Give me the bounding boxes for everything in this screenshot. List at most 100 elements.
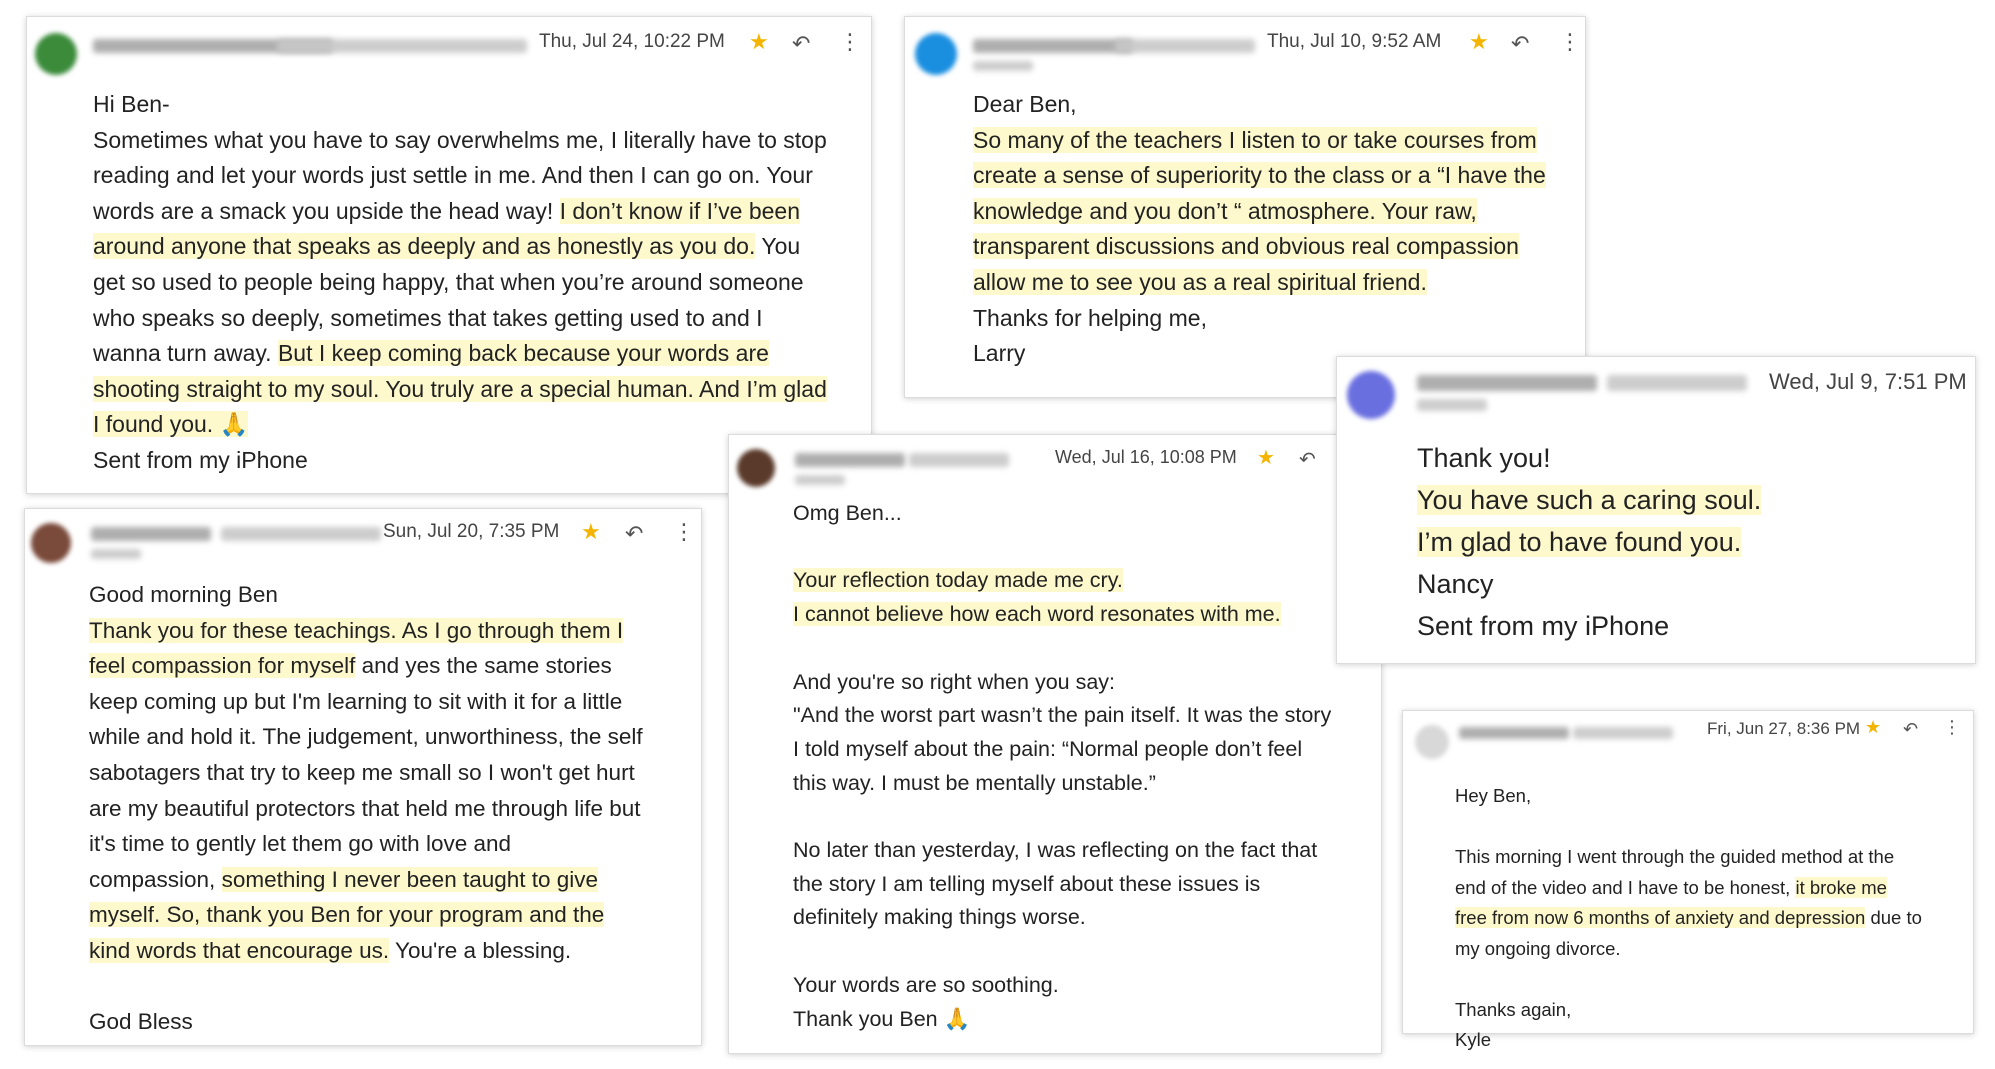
body-line: I told myself about the pain: “Normal pe… [793, 733, 1331, 767]
highlighted-text: something I never been taught to give [221, 866, 599, 892]
email-date: Thu, Jul 10, 9:52 AM [1267, 31, 1442, 52]
body-line: And you're so right when you say: [793, 666, 1331, 700]
body-line: while and hold it. The judgement, unwort… [89, 719, 643, 755]
body-text: due to [1865, 907, 1922, 928]
highlighted-text: around anyone that speaks as deeply and … [93, 233, 756, 260]
highlighted-text: create a sense of superiority to the cla… [973, 162, 1546, 189]
highlighted-text: free from now 6 months of anxiety and de… [1455, 907, 1866, 928]
more-vert-icon[interactable]: ⋮ [1943, 717, 1961, 738]
highlighted-text: So many of the teachers I listen to or t… [973, 126, 1537, 153]
body-line: transparent discussions and obvious real… [973, 229, 1546, 265]
body-line: I cannot believe how each word resonates… [793, 598, 1331, 632]
body-text: definitely making things worse. [793, 905, 1086, 930]
reply-icon[interactable]: ↶ [1511, 31, 1529, 57]
highlighted-text: transparent discussions and obvious real… [973, 233, 1519, 260]
body-line [1455, 964, 1922, 995]
email-body: Hi Ben- Sometimes what you have to say ov… [93, 87, 827, 479]
highlighted-text: You have such a caring soul. [1417, 485, 1762, 515]
body-line: Thanks again, [1455, 995, 1922, 1026]
body-line: allow me to see you as a real spiritual … [973, 265, 1546, 301]
body-text: the story I am telling myself about thes… [793, 871, 1261, 896]
email-date: Wed, Jul 9, 7:51 PM [1769, 369, 1967, 394]
sender-to-blurred [795, 475, 845, 485]
reply-icon[interactable]: ↶ [792, 31, 810, 57]
sender-email-blurred [221, 527, 381, 541]
star-icon[interactable]: ★ [581, 519, 601, 545]
body-text: Thanks for helping me, [973, 304, 1207, 331]
body-line: who speaks so deeply, sometimes that tak… [93, 301, 827, 337]
star-icon[interactable]: ★ [749, 29, 769, 55]
body-line [89, 969, 643, 1005]
sender-avatar[interactable] [1347, 371, 1395, 419]
body-line: get so used to people being happy, that … [93, 265, 827, 301]
body-line: Thank you Ben 🙏 [793, 1003, 1331, 1037]
sender-avatar[interactable] [915, 33, 957, 75]
body-line [793, 935, 1331, 969]
sender-avatar[interactable] [737, 449, 775, 487]
star-icon[interactable]: ★ [1469, 29, 1489, 55]
email-date: Wed, Jul 16, 10:08 PM [1055, 447, 1237, 467]
reply-icon[interactable]: ↶ [1299, 447, 1316, 472]
body-text: Sent from my iPhone [93, 446, 308, 473]
body-line: knowledge and you don’t “ atmosphere. Yo… [973, 194, 1546, 230]
sender-name-blurred [1459, 727, 1569, 739]
email-card-4: Sun, Jul 20, 7:35 PM ★ ↶ ⋮ Good morning … [24, 508, 702, 1046]
sender-name-blurred [973, 39, 1133, 53]
sender-avatar[interactable] [31, 523, 71, 563]
star-icon[interactable]: ★ [1865, 717, 1881, 738]
body-text [793, 535, 799, 559]
body-line: it's time to gently let them go with lov… [89, 826, 643, 862]
body-text: No later than yesterday, I was reflectin… [793, 838, 1318, 863]
body-text: Sent from my iPhone [1417, 611, 1670, 641]
highlighted-text: I found you. 🙏 [93, 411, 249, 438]
email-body: Good morning Ben Thank you for these teac… [89, 577, 643, 1040]
email-body: Dear Ben, So many of the teachers I liste… [973, 87, 1546, 372]
reply-icon[interactable]: ↶ [625, 521, 643, 547]
body-text: Good morning Ben [89, 582, 278, 607]
body-line: Sometimes what you have to say overwhelm… [93, 123, 827, 159]
sender-to-blurred [1417, 399, 1487, 411]
body-line [1455, 812, 1922, 843]
body-line [793, 800, 1331, 834]
sender-email-blurred [277, 39, 527, 53]
sender-avatar[interactable] [1415, 725, 1449, 759]
body-line: wanna turn away. But I keep coming back … [93, 336, 827, 372]
body-text: compassion, [89, 866, 222, 892]
body-line: Hey Ben, [1455, 781, 1922, 812]
body-line: Kyle [1455, 1025, 1922, 1056]
sender-avatar[interactable] [35, 33, 77, 75]
email-body: Omg Ben... Your reflection today made me… [793, 497, 1331, 1036]
highlighted-text: I don’t know if I’ve been [559, 197, 801, 224]
body-text: Hi Ben- [93, 91, 170, 117]
body-line: are my beautiful protectors that held me… [89, 791, 643, 827]
reply-icon[interactable]: ↶ [1903, 719, 1918, 740]
sender-name-blurred [795, 453, 905, 467]
body-text: Larry [973, 340, 1026, 367]
email-card-2: Thu, Jul 10, 9:52 AM ★ ↶ ⋮ Dear Ben, So m… [904, 16, 1586, 398]
body-text [89, 974, 95, 999]
highlighted-text: But I keep coming back because your word… [277, 340, 769, 367]
body-text: Sometimes what you have to say overwhelm… [93, 126, 827, 153]
more-vert-icon[interactable]: ⋮ [673, 519, 695, 545]
body-text: while and hold it. The judgement, unwort… [89, 724, 643, 750]
sender-name-blurred [1417, 375, 1597, 391]
sender-name-blurred [91, 527, 211, 541]
star-icon[interactable]: ★ [1257, 445, 1275, 470]
highlighted-text: Thank you for these teachings. As I go t… [89, 617, 624, 643]
more-vert-icon[interactable]: ⋮ [1559, 29, 1581, 55]
body-line: free from now 6 months of anxiety and de… [1455, 903, 1922, 934]
body-line: end of the video and I have to be honest… [1455, 873, 1922, 904]
body-text: Nancy [1417, 569, 1494, 599]
body-text: are my beautiful protectors that held me… [89, 795, 641, 821]
body-line: around anyone that speaks as deeply and … [93, 229, 827, 265]
body-text: Thank you! [1417, 443, 1551, 473]
body-text: reading and let your words just settle i… [93, 162, 813, 189]
body-text: Dear Ben, [973, 91, 1077, 117]
body-line: This morning I went through the guided m… [1455, 842, 1922, 873]
more-vert-icon[interactable]: ⋮ [839, 29, 861, 55]
body-text: words are a smack you upside the head wa… [93, 197, 560, 224]
highlighted-text: knowledge and you don’t “ atmosphere. Yo… [973, 197, 1477, 224]
body-line [793, 632, 1331, 666]
body-text [793, 804, 799, 828]
sender-to-blurred [973, 61, 1033, 71]
